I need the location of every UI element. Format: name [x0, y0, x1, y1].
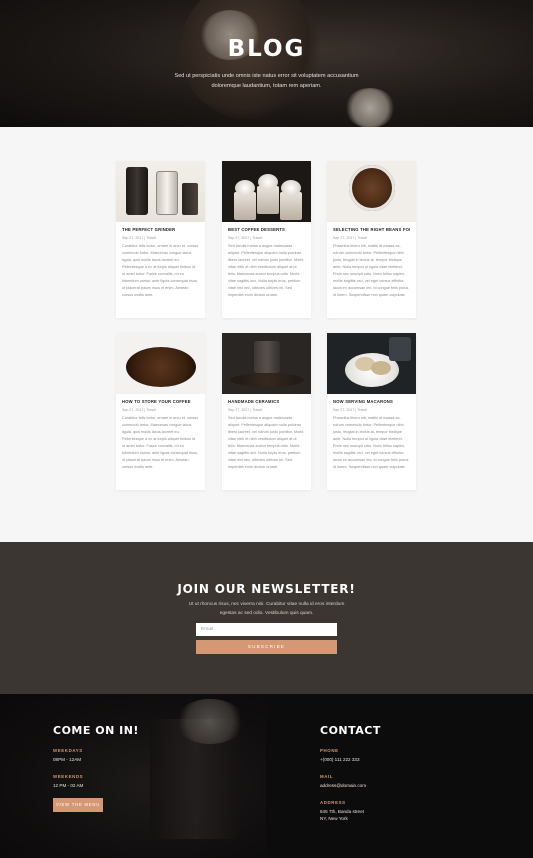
subscribe-button[interactable]: SUBSCRIBE [196, 640, 337, 654]
blog-post-card[interactable]: HOW TO STORE YOUR COFFEE Sep 27, 2017 | … [116, 333, 205, 490]
address-line-2: NY, New York [320, 816, 348, 821]
post-title[interactable]: NOW SERVING MACARONS [333, 399, 410, 405]
post-title[interactable]: HANDMADE CERAMICS [228, 399, 305, 405]
blog-post-card[interactable]: NOW SERVING MACARONS Sep 27, 2017 | Trav… [327, 333, 416, 490]
hero-banner: BLOG Sed ut perspiciatis unde omnis iste… [0, 0, 533, 127]
post-thumbnail-store-coffee[interactable] [116, 333, 205, 394]
post-title[interactable]: BEST COFFEE DESSERTS [228, 227, 305, 233]
weekdays-hours: 08PM - 12AM [53, 757, 82, 762]
blog-post-card[interactable]: THE PERFECT GRINDER Sep 27, 2017 | Trave… [116, 161, 205, 318]
view-menu-button[interactable]: VIEW THE MENU [53, 798, 103, 812]
weekends-label: WEEKENDS [53, 774, 84, 779]
post-excerpt: Sed iaculis metus a augue malesuada aliq… [228, 416, 304, 469]
mail-value[interactable]: address@domain.com [320, 782, 366, 789]
post-excerpt: Sed iaculis metus a augue malesuada aliq… [228, 244, 304, 297]
post-meta: Sep 27, 2017 | Travel [122, 236, 157, 240]
weekends-hours: 12 PM - 02 AM [53, 783, 84, 788]
blog-post-card[interactable]: BEST COFFEE DESSERTS Sep 27, 2017 | Trav… [222, 161, 311, 318]
blog-post-card[interactable]: SELECTING THE RIGHT BEANS FOR YOU Sep 27… [327, 161, 416, 318]
post-thumbnail-macarons[interactable] [327, 333, 416, 394]
post-excerpt: Curabitur tells tortor, ornare in arcu e… [122, 416, 199, 469]
page-subtitle: Sed ut perspiciatis unde omnis iste natu… [174, 73, 359, 89]
post-title[interactable]: HOW TO STORE YOUR COFFEE [122, 399, 199, 405]
post-excerpt: Phasellus libero elit, mattis at massa a… [333, 416, 409, 469]
post-meta: Sep 27, 2017 | Travel [228, 408, 263, 412]
post-meta: Sep 27, 2017 | Travel [122, 408, 157, 412]
post-excerpt: Phasellus libero elit, mattis at massa a… [333, 244, 409, 297]
hero-cream-image-2 [345, 88, 395, 127]
footer-coffee-image [0, 694, 266, 858]
page-title: BLOG [227, 36, 306, 62]
address-label: ADDRESS [320, 800, 346, 805]
phone-value[interactable]: +(000) 111 222 333 [320, 756, 360, 763]
post-meta: Sep 27, 2017 | Travel [333, 408, 368, 412]
post-thumbnail-ceramics[interactable] [222, 333, 311, 394]
post-thumbnail-desserts[interactable] [222, 161, 311, 222]
newsletter-section: JOIN OUR NEWSLETTER! Ut ut rhoncus risus… [0, 542, 533, 694]
post-title[interactable]: SELECTING THE RIGHT BEANS FOR YOU [333, 227, 410, 233]
contact-heading: CONTACT [320, 724, 381, 737]
post-excerpt: Curabitur tells tortor, ornare in arcu e… [122, 244, 199, 297]
post-thumbnail-beans[interactable] [327, 161, 416, 222]
post-title[interactable]: THE PERFECT GRINDER [122, 227, 199, 233]
phone-label: PHONE [320, 748, 339, 753]
post-meta: Sep 27, 2017 | Travel [333, 236, 368, 240]
newsletter-subtitle: Ut ut rhoncus risus, nec viverra nisi. C… [188, 602, 345, 616]
email-field[interactable] [196, 623, 337, 636]
post-meta: Sep 27, 2017 | Travel [228, 236, 263, 240]
newsletter-title: JOIN OUR NEWSLETTER! [177, 582, 356, 596]
address-line-1: 645 7th, Banda street [320, 809, 364, 814]
blog-post-card[interactable]: HANDMADE CERAMICS Sep 27, 2017 | Travel … [222, 333, 311, 490]
post-thumbnail-grinder[interactable] [116, 161, 205, 222]
hours-heading: COME ON IN! [53, 724, 139, 737]
footer: COME ON IN! WEEKDAYS 08PM - 12AM WEEKEND… [0, 694, 533, 858]
mail-label: MAIL [320, 774, 334, 779]
weekdays-label: WEEKDAYS [53, 748, 83, 753]
